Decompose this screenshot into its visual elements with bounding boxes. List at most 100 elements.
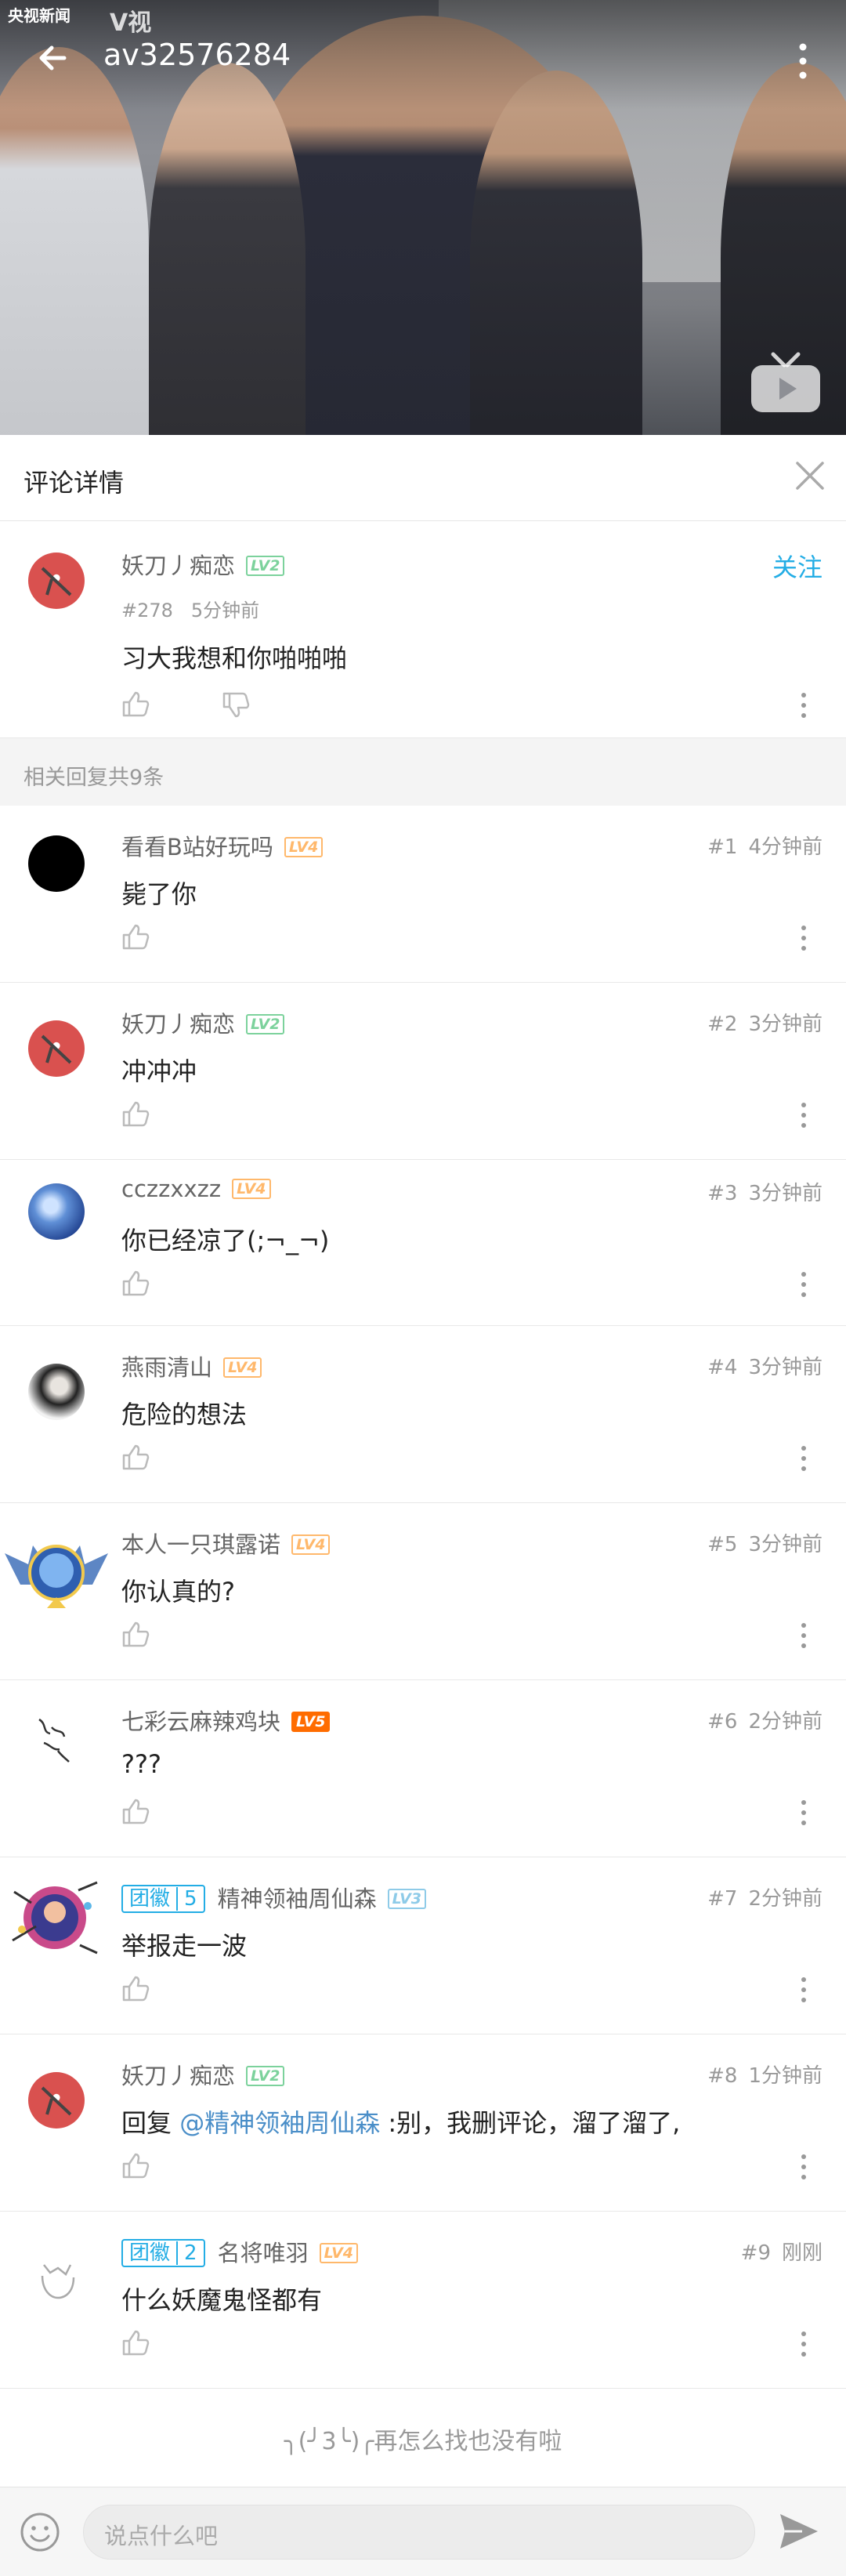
back-arrow-icon[interactable]	[30, 34, 77, 82]
avatar[interactable]	[28, 1712, 85, 1768]
comment-more-icon[interactable]	[799, 1622, 808, 1649]
username[interactable]: cczzxxzz LV4	[121, 1176, 271, 1202]
comment-meta: #278 5分钟前	[121, 595, 259, 622]
video-title: av32576284	[103, 38, 291, 72]
thumbs-up-icon[interactable]	[121, 1100, 150, 1127]
end-of-list: ╮(╯3╰)╭再怎么找也没有啦	[0, 2389, 846, 2489]
comment-meta: #4 3分钟前	[707, 1351, 822, 1380]
fan-badge-label: 团徽	[129, 2241, 171, 2265]
floor-number: #2	[707, 1013, 738, 1036]
comment-meta: #8 1分钟前	[707, 2060, 822, 2089]
avatar[interactable]	[28, 553, 85, 609]
timestamp: 4分钟前	[748, 835, 822, 859]
comment-meta: #5 3分钟前	[707, 1528, 822, 1557]
thumbs-down-icon[interactable]	[222, 692, 250, 719]
username-text: 名将唯羽	[217, 2240, 309, 2266]
level-badge: LV4	[284, 837, 324, 857]
avatar[interactable]	[28, 2249, 85, 2306]
comment-input-placeholder: 说点什么吧	[104, 2523, 219, 2549]
comment-more-icon[interactable]	[799, 925, 808, 951]
username-text: cczzxxzz	[121, 1176, 222, 1202]
thumbs-up-icon[interactable]	[121, 1798, 150, 1824]
thumbs-up-icon[interactable]	[121, 2329, 150, 2356]
comment-more-icon[interactable]	[799, 1102, 808, 1129]
floor-number: #6	[707, 1710, 738, 1734]
follow-button[interactable]: 关注	[772, 548, 822, 584]
reply-item: 妖刀丿痴恋 LV2 #2 3分钟前 冲冲冲	[0, 983, 846, 1160]
username[interactable]: 看看B站好玩吗 LV4	[121, 829, 324, 862]
username[interactable]: 燕雨清山 LV4	[121, 1350, 262, 1382]
comment-content: 回复 @精神领袖周仙森 :别，我删评论，溜了溜了,	[121, 2103, 680, 2139]
floor-number: #7	[707, 1887, 738, 1911]
thumbs-up-icon[interactable]	[121, 1444, 150, 1470]
main-comment: 妖刀丿痴恋 LV2 关注 #278 5分钟前 习大我想和你啪啪啪	[0, 521, 846, 738]
username[interactable]: 妖刀丿痴恋 LV2	[121, 2058, 285, 2091]
level-badge: LV4	[223, 1357, 262, 1378]
comment-more-icon[interactable]	[799, 1445, 808, 1472]
avatar[interactable]	[28, 1020, 85, 1077]
username[interactable]: 妖刀丿痴恋 LV2	[121, 548, 285, 581]
reply-item: 本人一只琪露诺 LV4 #5 3分钟前 你认真的?	[0, 1503, 846, 1680]
comment-more-icon[interactable]	[799, 1976, 808, 2003]
username[interactable]: 团徽 2 名将唯羽 LV4	[121, 2235, 358, 2268]
comment-content: 举报走一波	[121, 1931, 248, 1961]
avatar[interactable]	[28, 835, 85, 892]
thumbs-up-icon[interactable]	[121, 1270, 150, 1296]
comment-more-icon[interactable]	[799, 2331, 808, 2357]
level-badge: LV4	[291, 1534, 331, 1555]
floor-number: #4	[707, 1356, 738, 1379]
comment-content: 什么妖魔鬼怪都有	[121, 2285, 323, 2315]
tv-play-icon[interactable]	[748, 351, 823, 415]
thumbs-up-icon[interactable]	[121, 2152, 150, 2179]
avatar[interactable]	[6, 1875, 103, 1961]
send-icon[interactable]	[777, 2511, 821, 2552]
level-badge: LV4	[319, 2243, 358, 2263]
replies-count: 相关回复共9条	[24, 766, 164, 790]
avatar[interactable]	[28, 1183, 85, 1240]
avatar[interactable]	[28, 1364, 85, 1420]
username-text: 看看B站好玩吗	[121, 834, 273, 860]
timestamp: 3分钟前	[748, 1356, 822, 1379]
comment-more-icon[interactable]	[799, 1271, 808, 1298]
fan-badge-level: 5	[176, 1887, 197, 1911]
floor-number: #278	[121, 600, 173, 621]
fan-badge[interactable]: 团徽 5	[121, 1885, 205, 1913]
comment-detail-header: 评论详情	[0, 435, 846, 521]
comment-meta: #7 2分钟前	[707, 1882, 822, 1911]
emoji-icon[interactable]	[19, 2511, 61, 2553]
comment-more-icon[interactable]	[799, 1799, 808, 1826]
timestamp: 2分钟前	[748, 1710, 822, 1734]
fan-badge[interactable]: 团徽 2	[121, 2239, 205, 2267]
video-player[interactable]: 央视新闻 V视 av32576284	[0, 0, 846, 435]
username[interactable]: 团徽 5 精神领袖周仙森 LV3	[121, 1881, 426, 1914]
comment-more-icon[interactable]	[799, 2154, 808, 2180]
thumbs-up-icon[interactable]	[121, 1621, 150, 1647]
mention-link[interactable]: @精神领袖周仙森	[179, 2108, 380, 2138]
reply-item: 七彩云麻辣鸡块 LV5 #6 2分钟前 ???	[0, 1680, 846, 1857]
level-badge: LV4	[232, 1179, 271, 1199]
close-icon[interactable]	[793, 458, 827, 493]
comment-input[interactable]: 说点什么吧	[83, 2505, 755, 2560]
comment-more-icon[interactable]	[799, 692, 808, 719]
more-options-icon[interactable]	[791, 38, 815, 85]
reply-prefix: 回复	[121, 2108, 180, 2138]
end-of-list-text: ╮(╯3╰)╭再怎么找也没有啦	[284, 2428, 562, 2455]
comment-content: 你认真的?	[121, 1577, 235, 1607]
username-text: 妖刀丿痴恋	[121, 2063, 236, 2089]
avatar[interactable]	[28, 2072, 85, 2129]
floor-number: #9	[740, 2241, 771, 2265]
username[interactable]: 妖刀丿痴恋 LV2	[121, 1006, 285, 1039]
level-badge: LV2	[246, 556, 285, 576]
thumbs-up-icon[interactable]	[121, 690, 150, 717]
reply-item: 妖刀丿痴恋 LV2 #8 1分钟前 回复 @精神领袖周仙森 :别，我删评论，溜了溜了…	[0, 2034, 846, 2212]
thumbs-up-icon[interactable]	[121, 1975, 150, 2002]
username[interactable]: 本人一只琪露诺 LV4	[121, 1527, 331, 1560]
avatar[interactable]	[3, 1530, 110, 1616]
username-text: 妖刀丿痴恋	[121, 553, 236, 579]
comment-content: 毙了你	[121, 879, 197, 909]
timestamp: 3分钟前	[748, 1013, 822, 1036]
username-text: 七彩云麻辣鸡块	[121, 1708, 281, 1735]
username[interactable]: 七彩云麻辣鸡块 LV5	[121, 1704, 331, 1737]
timestamp: 3分钟前	[748, 1182, 822, 1205]
thumbs-up-icon[interactable]	[121, 923, 150, 950]
